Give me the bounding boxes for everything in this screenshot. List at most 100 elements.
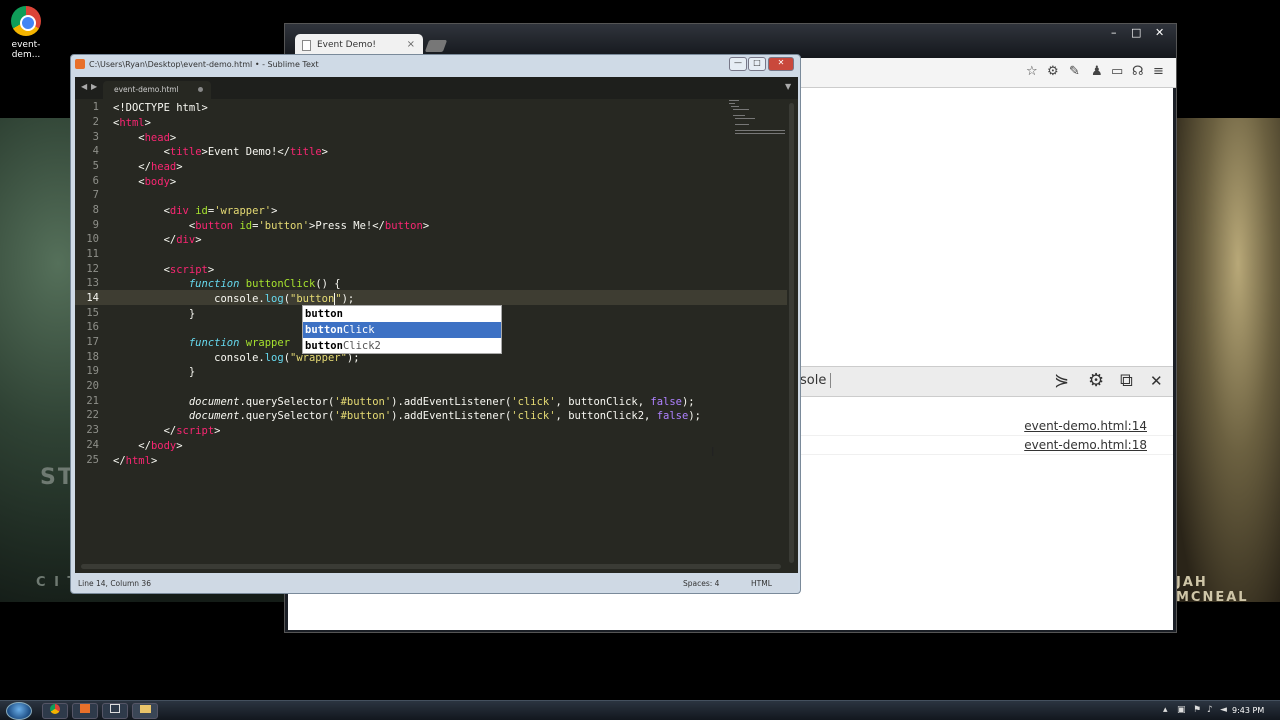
- autocomplete-match: button: [305, 324, 343, 336]
- console-source-link[interactable]: event-demo.html:18: [1024, 438, 1147, 452]
- folder-icon: [139, 705, 151, 713]
- execution-context-icon[interactable]: ⋟: [1054, 370, 1069, 391]
- action-center-icon[interactable]: ⚑: [1193, 705, 1201, 715]
- minimize-window-button[interactable]: —: [729, 57, 747, 71]
- chrome-tabstrip: Event Demo! × – □ ✕: [285, 24, 1176, 58]
- autocomplete-item[interactable]: buttonClick2: [303, 338, 501, 354]
- code-line: }: [113, 366, 196, 378]
- cursor-position: Line 14, Column 36: [78, 579, 151, 588]
- autocomplete-match: button: [305, 308, 343, 320]
- line-number: 7: [92, 189, 99, 201]
- file-tab[interactable]: event-demo.html: [103, 81, 211, 99]
- code-line: }: [113, 308, 196, 320]
- line-number: 12: [86, 263, 99, 275]
- maximize-window-button[interactable]: □: [1131, 26, 1141, 39]
- tab-scroll-left-icon[interactable]: ◀: [81, 82, 87, 91]
- chrome-icon: [50, 704, 60, 714]
- sublime-icon: [80, 704, 90, 713]
- maximize-window-button[interactable]: □: [748, 57, 766, 71]
- cast-icon[interactable]: ▭: [1111, 64, 1123, 79]
- sublime-window-title: C:\Users\Ryan\Desktop\event-demo.html • …: [89, 60, 319, 69]
- clock[interactable]: 9:43 PM: [1232, 706, 1264, 715]
- browser-tab-title: Event Demo!: [317, 40, 376, 50]
- line-number: 6: [92, 175, 99, 187]
- line-number: 8: [92, 204, 99, 216]
- autocomplete-item[interactable]: button: [303, 306, 501, 322]
- close-window-button[interactable]: ✕: [1155, 26, 1164, 39]
- star-icon[interactable]: ☆: [1026, 64, 1038, 79]
- code-line: <title>Event Demo!</title>: [113, 146, 328, 158]
- minimap[interactable]: [727, 99, 787, 139]
- taskbar-explorer-button[interactable]: [132, 703, 158, 719]
- file-tab-label: event-demo.html: [114, 85, 179, 94]
- chrome-icon: [11, 6, 41, 36]
- line-number: 10: [86, 233, 99, 245]
- code-line: </script>: [113, 425, 221, 437]
- indentation-setting[interactable]: Spaces: 4: [683, 579, 719, 588]
- dock-icon[interactable]: ⧉: [1120, 370, 1133, 391]
- network-icon[interactable]: ▣: [1177, 705, 1186, 715]
- unsaved-dot-icon[interactable]: [198, 87, 203, 92]
- close-icon[interactable]: ✕: [1150, 372, 1163, 390]
- line-number: 2: [92, 116, 99, 128]
- new-tab-button[interactable]: [424, 40, 448, 52]
- autocomplete-popup: button buttonClick buttonClick2: [302, 305, 502, 354]
- close-window-button[interactable]: ✕: [768, 57, 794, 71]
- pencil-icon[interactable]: ✎: [1069, 64, 1080, 79]
- line-number: 1: [92, 101, 99, 113]
- line-number: 21: [86, 395, 99, 407]
- tab-console[interactable]: sole: [800, 373, 832, 388]
- code-line: <button id='button'>Press Me!</button>: [113, 220, 430, 232]
- extension-icon[interactable]: ♟: [1091, 64, 1103, 79]
- speaker-icon[interactable]: ◄: [1220, 705, 1227, 715]
- close-tab-icon[interactable]: ×: [407, 39, 415, 50]
- sublime-app-icon: [75, 59, 85, 69]
- code-line: </head>: [113, 161, 183, 173]
- window-icon: [110, 704, 120, 713]
- tab-dropdown-icon[interactable]: ▼: [785, 82, 791, 91]
- line-number: 25: [86, 454, 99, 466]
- vertical-scrollbar[interactable]: [789, 103, 794, 563]
- code-line: </div>: [113, 234, 202, 246]
- text-cursor-icon: I: [711, 445, 715, 459]
- taskbar-app-button[interactable]: [102, 703, 128, 719]
- headphones-icon[interactable]: ☊: [1132, 64, 1144, 79]
- sublime-statusbar: Line 14, Column 36 Spaces: 4 HTML: [75, 575, 798, 591]
- text-caret: [334, 293, 336, 305]
- code-line: function buttonClick() {: [188, 278, 341, 290]
- line-number: 24: [86, 439, 99, 451]
- line-number: 16: [86, 321, 99, 333]
- code-line: </body>: [113, 440, 183, 452]
- syntax-setting[interactable]: HTML: [751, 579, 772, 588]
- autocomplete-rest: Click2: [342, 340, 381, 352]
- line-number-gutter: 1 2 3 4 5 6 7 8 9 10 11 12 13 14 15 16 17 18 19 20 21 22 23 24 2…: [75, 99, 105, 573]
- taskbar-sublime-button[interactable]: [72, 703, 98, 719]
- autocomplete-rest: Click: [342, 324, 375, 336]
- gear-icon[interactable]: ⚙: [1047, 64, 1059, 79]
- line-number: 23: [86, 424, 99, 436]
- tab-scroll-right-icon[interactable]: ▶: [91, 82, 97, 91]
- start-button[interactable]: [6, 702, 32, 720]
- gear-icon[interactable]: ⚙: [1088, 370, 1104, 391]
- menu-icon[interactable]: ≡: [1153, 64, 1164, 79]
- desktop-shortcut-label: event-dem...: [11, 40, 41, 60]
- line-number: 18: [86, 351, 99, 363]
- line-number: 22: [86, 409, 99, 421]
- code-line: <div id='wrapper'>: [113, 205, 278, 217]
- autocomplete-item[interactable]: buttonClick: [303, 322, 501, 338]
- horizontal-scrollbar[interactable]: [81, 564, 781, 569]
- tray-arrow-icon[interactable]: ▴: [1163, 705, 1168, 715]
- code-line: <!DOCTYPE html>: [113, 102, 208, 114]
- volume-icon[interactable]: ♪: [1207, 705, 1213, 715]
- line-number: 20: [86, 380, 99, 392]
- taskbar: ▴ ▣ ⚑ ♪ ◄ 9:43 PM: [0, 700, 1280, 720]
- code-line: <html>: [113, 117, 151, 129]
- desktop-shortcut[interactable]: event-dem...: [4, 6, 48, 60]
- console-source-link[interactable]: event-demo.html:14: [1024, 419, 1147, 433]
- line-number: 14: [86, 292, 99, 304]
- minimize-window-button[interactable]: –: [1111, 26, 1117, 39]
- line-number: 11: [86, 248, 99, 260]
- autocomplete-match: button: [305, 340, 343, 352]
- taskbar-chrome-button[interactable]: [42, 703, 68, 719]
- sublime-titlebar: C:\Users\Ryan\Desktop\event-demo.html • …: [71, 55, 800, 75]
